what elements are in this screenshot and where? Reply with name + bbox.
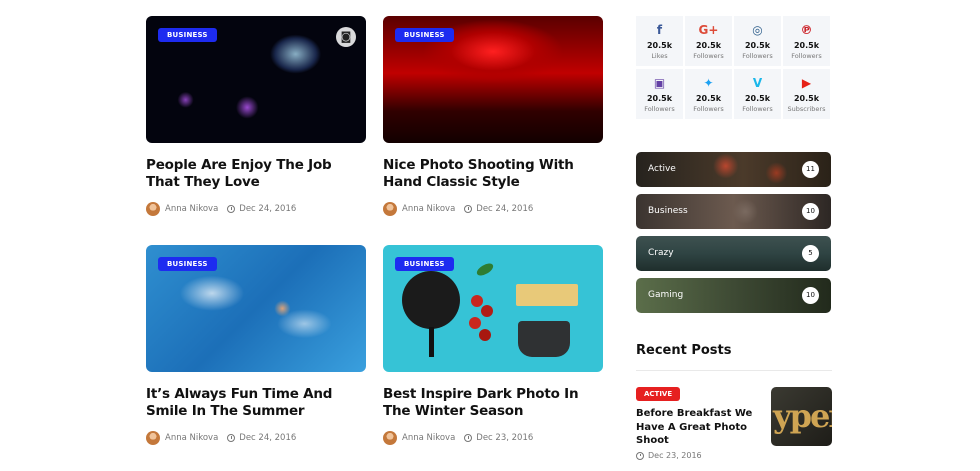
category-label: Business [648,206,688,216]
social-pinterest[interactable]: ℗ 20.5k Followers [783,16,830,66]
social-twitch[interactable]: ▣ 20.5k Followers [636,69,683,119]
twitch-icon: ▣ [653,76,666,90]
social-count: 20.5k [744,94,771,103]
avatar [146,431,160,445]
recent-post-meta: Dec 23, 2016 [636,451,702,460]
author-name[interactable]: Anna Nikova [402,433,455,443]
pot-shape [518,321,570,357]
avatar [146,202,160,216]
pan-handle-shape [429,327,434,357]
social-google-plus[interactable]: G+ 20.5k Followers [685,16,732,66]
recent-post-date: Dec 23, 2016 [648,451,702,460]
social-label: Likes [651,52,668,60]
category-count: 11 [802,161,819,178]
youtube-icon: ▶ [801,76,812,90]
category-crazy[interactable]: Crazy 5 [636,236,831,271]
post-date: Dec 24, 2016 [476,204,534,214]
clock-icon [227,205,236,213]
post-title[interactable]: It’s Always Fun Time And Smile In The Su… [146,386,366,420]
author-name[interactable]: Anna Nikova [165,433,218,443]
post-meta: Anna Nikova Dec 23, 2016 [383,431,533,445]
category-count: 10 [802,203,819,220]
category-badge[interactable]: BUSINESS [395,28,454,42]
category-badge[interactable]: BUSINESS [158,28,217,42]
tomato-shape [471,295,483,307]
category-badge[interactable]: BUSINESS [158,257,217,271]
post-meta: Anna Nikova Dec 24, 2016 [146,202,296,216]
post-image-cooking[interactable]: BUSINESS [383,245,603,372]
recent-category-badge[interactable]: ACTIVE [636,387,681,401]
divider [636,370,832,371]
social-instagram[interactable]: ◎ 20.5k Followers [734,16,781,66]
social-count: 20.5k [646,41,673,50]
social-count: 20.5k [793,41,820,50]
social-label: Followers [693,105,724,113]
post-image-pool[interactable]: BUSINESS [146,245,366,372]
post-image-concert[interactable]: BUSINESS [383,16,603,143]
social-counter-widget: f 20.5k Likes G+ 20.5k Followers ◎ 20.5k… [636,16,832,120]
social-label: Followers [693,52,724,60]
social-youtube[interactable]: ▶ 20.5k Subscribers [783,69,830,119]
social-twitter[interactable]: ✦ 20.5k Followers [685,69,732,119]
social-count: 20.5k [744,41,771,50]
social-vimeo[interactable]: V 20.5k Followers [734,69,781,119]
recent-post-title[interactable]: Before Breakfast We Have A Great Photo S… [636,407,764,448]
post-meta: Anna Nikova Dec 24, 2016 [383,202,533,216]
social-label: Followers [742,105,773,113]
post-title[interactable]: People Are Enjoy The Job That They Love [146,157,366,191]
social-label: Followers [742,52,773,60]
facebook-icon: f [656,23,663,37]
category-badge[interactable]: BUSINESS [395,257,454,271]
social-count: 20.5k [695,94,722,103]
clock-icon [636,451,644,460]
recent-posts-heading: Recent Posts [636,343,732,358]
category-label: Crazy [648,248,674,258]
vimeo-icon: V [752,76,763,90]
social-facebook[interactable]: f 20.5k Likes [636,16,683,66]
post-title[interactable]: Best Inspire Dark Photo In The Winter Se… [383,386,603,420]
pan-shape [402,271,460,329]
clock-icon [464,205,473,213]
social-label: Followers [644,105,675,113]
post-date: Dec 24, 2016 [239,433,297,443]
social-label: Subscribers [787,105,826,113]
author-name[interactable]: Anna Nikova [402,204,455,214]
category-gaming[interactable]: Gaming 10 [636,278,831,313]
instagram-icon: ◎ [752,23,763,37]
clock-icon [227,434,236,442]
post-meta: Anna Nikova Dec 24, 2016 [146,431,296,445]
avatar [383,431,397,445]
social-label: Followers [791,52,822,60]
clock-icon [464,434,473,442]
category-active[interactable]: Active 11 [636,152,831,187]
twitter-icon: ✦ [703,76,714,90]
author-name[interactable]: Anna Nikova [165,204,218,214]
post-image-jellyfish[interactable]: BUSINESS ◙ [146,16,366,143]
post-date: Dec 24, 2016 [239,204,297,214]
google-plus-icon: G+ [698,23,719,37]
category-business[interactable]: Business 10 [636,194,831,229]
social-count: 20.5k [695,41,722,50]
social-count: 20.5k [793,94,820,103]
avatar [383,202,397,216]
social-count: 20.5k [646,94,673,103]
pinterest-icon: ℗ [800,23,813,37]
category-label: Gaming [648,290,684,300]
recent-post-thumbnail[interactable]: yper [771,387,832,446]
pasta-shape [516,284,578,306]
post-date: Dec 23, 2016 [476,433,534,443]
category-count: 5 [802,245,819,262]
category-count: 10 [802,287,819,304]
basil-shape [474,261,496,278]
camera-icon: ◙ [336,27,356,47]
post-title[interactable]: Nice Photo Shooting With Hand Classic St… [383,157,603,191]
thumbnail-lettering: yper [773,397,832,435]
category-label: Active [648,164,676,174]
